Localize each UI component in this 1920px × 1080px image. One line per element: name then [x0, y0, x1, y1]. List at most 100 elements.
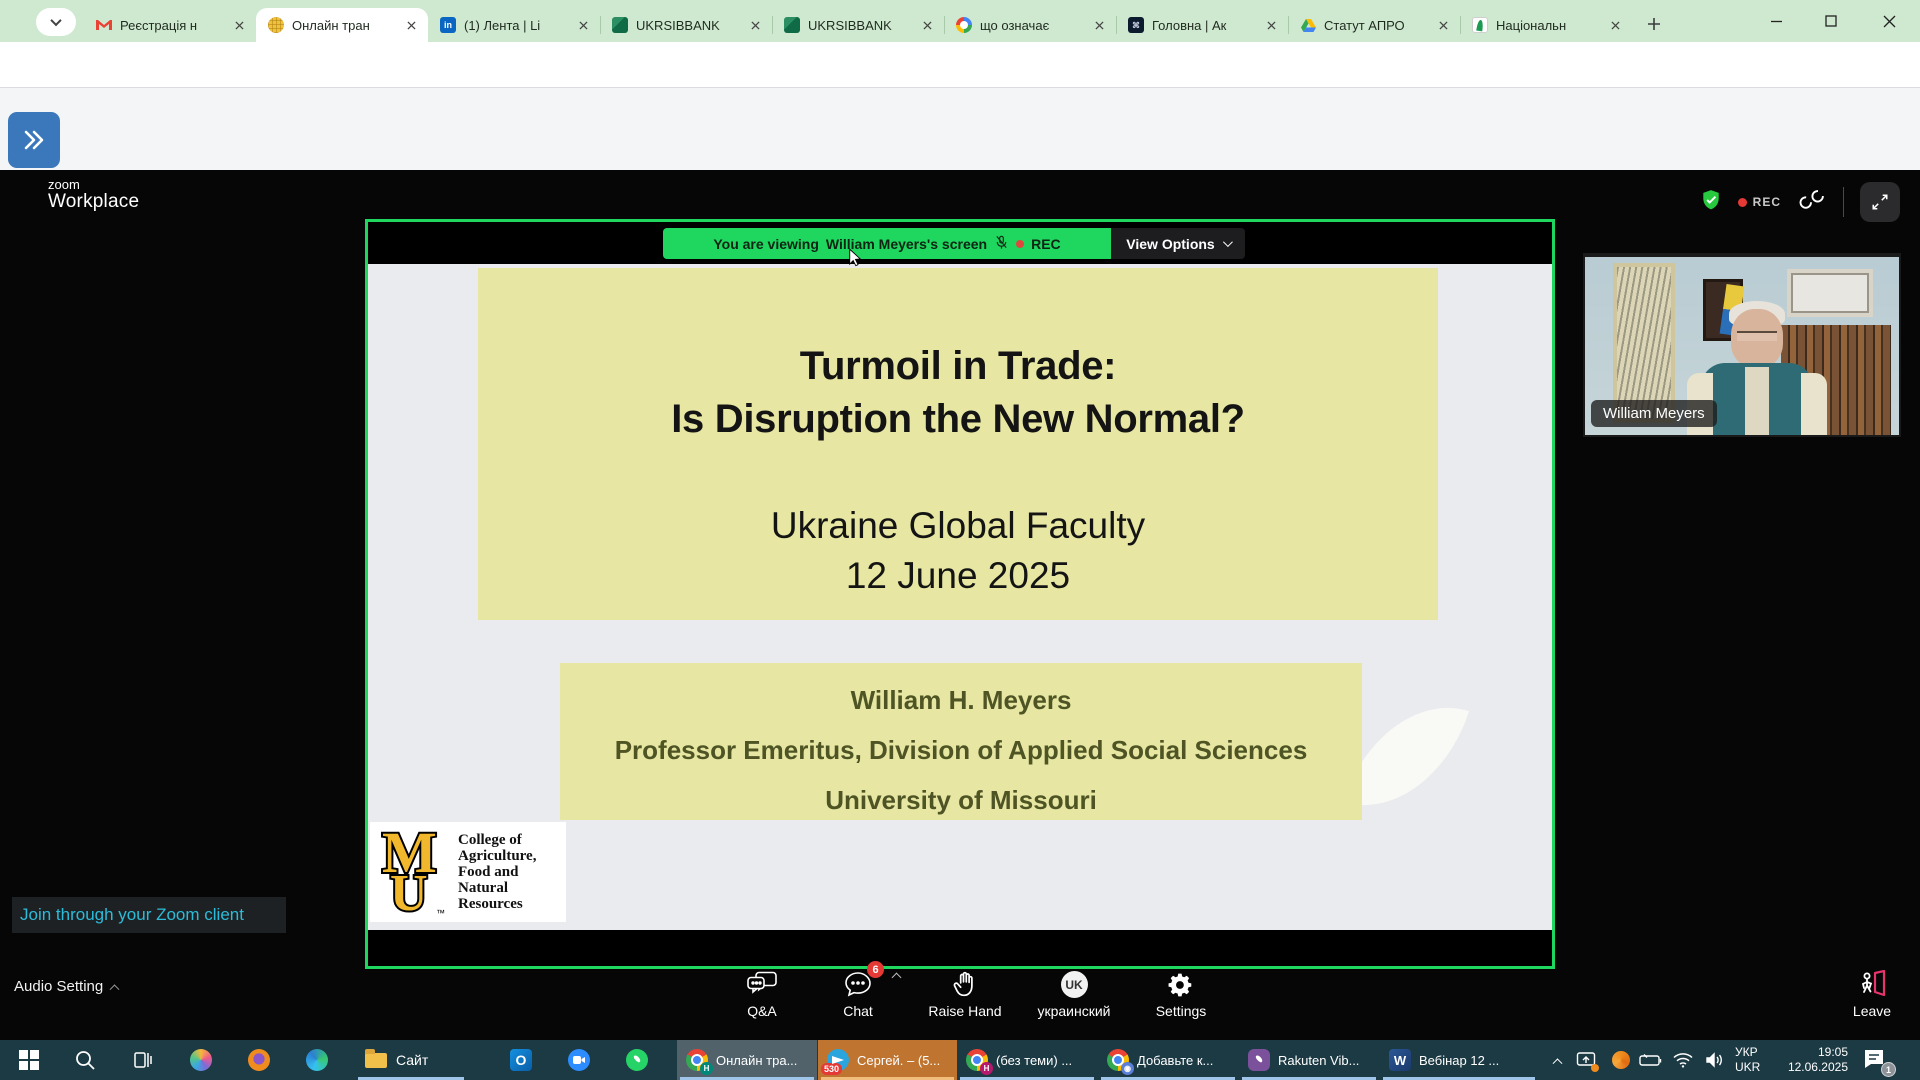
- search-icon: [74, 1049, 96, 1071]
- stage-top-controls: REC: [1700, 182, 1900, 222]
- zoom-app-button[interactable]: [556, 1040, 602, 1080]
- tab-ukrsibbank-1[interactable]: UKRSIBBANK: [600, 8, 772, 42]
- audio-setting-button[interactable]: Audio Setting: [14, 978, 118, 995]
- viber-icon: [1248, 1049, 1270, 1071]
- tray-wifi-button[interactable]: [1668, 1040, 1698, 1080]
- tray-expand-button[interactable]: [1544, 1040, 1570, 1080]
- taskbar-app-telegram[interactable]: 530 Сергей. – (5...: [818, 1040, 957, 1080]
- globe-icon: [268, 17, 284, 33]
- tab-linkedin[interactable]: in (1) Лента | Li: [428, 8, 600, 42]
- taskbar-search-button[interactable]: [62, 1040, 108, 1080]
- tab-ukrsibbank-2[interactable]: UKRSIBBANK: [772, 8, 944, 42]
- clock[interactable]: 19:05 12.06.2025: [1768, 1045, 1848, 1075]
- edge-button[interactable]: [294, 1040, 340, 1080]
- taskbar-app-viber[interactable]: Rakuten Vib...: [1239, 1040, 1379, 1080]
- zoom-workplace-logo: zoom Workplace: [48, 178, 139, 212]
- zoom-stage: zoom Workplace REC: [0, 170, 1920, 1040]
- tray-volume-button[interactable]: [1700, 1040, 1730, 1080]
- mu-logo-block: M U ™ College of Agriculture, Food and N…: [370, 822, 566, 922]
- taskbar-app-word[interactable]: W Вебінар 12 ...: [1380, 1040, 1538, 1080]
- tab-search-button[interactable]: [36, 8, 76, 36]
- raise-hand-button[interactable]: Raise Hand: [910, 968, 1020, 1032]
- linkedin-icon: in: [440, 17, 456, 33]
- whatsapp-button[interactable]: [614, 1040, 660, 1080]
- notification-center-button[interactable]: 1: [1862, 1047, 1892, 1073]
- window-maximize-button[interactable]: [1808, 0, 1854, 42]
- tray-battery-button[interactable]: [1636, 1040, 1666, 1080]
- start-button[interactable]: [6, 1040, 52, 1080]
- avg-shield-icon: [248, 1049, 270, 1071]
- leave-button[interactable]: Leave: [1817, 968, 1920, 1032]
- join-zoom-client-link[interactable]: Join through your Zoom client: [12, 897, 286, 933]
- close-icon[interactable]: [1434, 16, 1452, 34]
- sidebar-expand-button[interactable]: [8, 112, 60, 168]
- copilot-button[interactable]: [178, 1040, 224, 1080]
- settings-button[interactable]: Settings: [1126, 968, 1236, 1032]
- language-uk-icon: UK: [1061, 971, 1088, 998]
- taskbar-app-mail-compose[interactable]: H (без теми) ...: [957, 1040, 1097, 1080]
- chevron-down-icon: [1223, 237, 1233, 247]
- fullscreen-expand-button[interactable]: [1860, 182, 1900, 222]
- new-tab-button[interactable]: [1640, 10, 1668, 38]
- close-icon[interactable]: [402, 16, 420, 34]
- tab-title: Статут АПРО: [1324, 18, 1430, 33]
- tab-google-search[interactable]: що означає: [944, 8, 1116, 42]
- window-close-button[interactable]: [1866, 0, 1912, 42]
- chat-icon: 6: [844, 968, 872, 998]
- close-icon[interactable]: [1606, 16, 1624, 34]
- explorer-site-folder-button[interactable]: Сайт: [355, 1040, 467, 1080]
- avg-button[interactable]: [236, 1040, 282, 1080]
- tab-title: Реєстрація н: [120, 18, 226, 33]
- course-nav-bar: previous next: [0, 88, 1920, 170]
- participant-name-tag: William Meyers: [1591, 400, 1717, 427]
- tab-title: UKRSIBBANK: [636, 18, 742, 33]
- tab-national[interactable]: Національн: [1460, 8, 1632, 42]
- tab-academy-home[interactable]: ⌘ Головна | Ак: [1116, 8, 1288, 42]
- folder-icon: [365, 1053, 387, 1068]
- shared-screen-frame: You are viewing William Meyers's screen …: [365, 219, 1555, 969]
- participant-video-tile[interactable]: William Meyers: [1583, 253, 1901, 437]
- windows-logo-icon: [19, 1050, 39, 1070]
- view-options-button[interactable]: View Options: [1111, 228, 1245, 259]
- gallery-view-icon[interactable]: [1797, 188, 1827, 217]
- academy-icon: ⌘: [1128, 17, 1144, 33]
- close-icon[interactable]: [574, 16, 592, 34]
- window-minimize-button[interactable]: [1753, 0, 1799, 42]
- interpretation-button[interactable]: UK украинский: [1019, 968, 1129, 1032]
- mic-muted-icon: [994, 235, 1009, 253]
- audio-setting-label: Audio Setting: [14, 978, 103, 995]
- participant-shirt: [1745, 367, 1769, 435]
- date: 12.06.2025: [1768, 1060, 1848, 1075]
- language-indicator[interactable]: УКР UKR: [1735, 1045, 1760, 1075]
- folder-label: Сайт: [396, 1052, 428, 1068]
- rec-label: REC: [1753, 195, 1781, 209]
- close-icon[interactable]: [1090, 16, 1108, 34]
- taskbar-app-online-broadcast[interactable]: H Онлайн тра...: [677, 1040, 817, 1080]
- tab-gmail[interactable]: Реєстрація н: [84, 8, 256, 42]
- tab-drive-document[interactable]: Статут АПРО: [1288, 8, 1460, 42]
- tray-cast-button[interactable]: [1572, 1040, 1600, 1080]
- task-view-button[interactable]: [120, 1040, 166, 1080]
- drive-icon: [1300, 17, 1316, 33]
- framed-picture: [1787, 269, 1873, 317]
- chevron-down-icon: [50, 15, 61, 26]
- tab-online-broadcast-active[interactable]: Онлайн тран: [256, 8, 428, 42]
- outlook-button[interactable]: O: [498, 1040, 544, 1080]
- gmail-icon: [96, 17, 112, 33]
- close-icon[interactable]: [1262, 16, 1280, 34]
- chat-more-chevron-icon[interactable]: [892, 973, 902, 983]
- security-shield-icon[interactable]: [1700, 189, 1722, 216]
- qa-button[interactable]: Q&A: [707, 968, 817, 1032]
- taskbar-app-add-account[interactable]: ◉ Добавьте к...: [1098, 1040, 1238, 1080]
- close-icon[interactable]: [230, 16, 248, 34]
- chrome-icon: ◉: [1107, 1049, 1129, 1071]
- chat-button[interactable]: 6 Chat: [803, 968, 913, 1032]
- tray-avast-button[interactable]: [1608, 1040, 1634, 1080]
- close-icon[interactable]: [746, 16, 764, 34]
- time: 19:05: [1768, 1045, 1848, 1060]
- browser-toolbar: ugfacademy.mylearnworlds.com/path-player…: [0, 42, 1920, 88]
- rec-dot-icon: [1738, 198, 1747, 207]
- share-header: You are viewing William Meyers's screen …: [368, 222, 1552, 264]
- rec-dot-icon: [1016, 240, 1024, 248]
- close-icon[interactable]: [918, 16, 936, 34]
